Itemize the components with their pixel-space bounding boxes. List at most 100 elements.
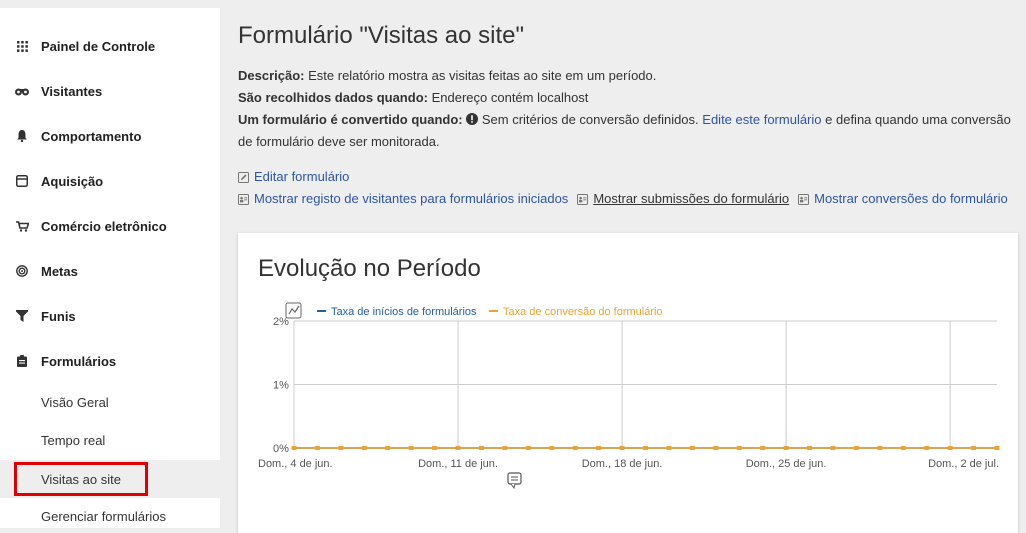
bell-icon [15,129,29,143]
data-point [760,446,766,450]
edit-form-label: Editar formulário [254,169,350,184]
evolution-chart: 2%1%0%Dom., 4 de jun. Dom., 11 de jun. Dom… [258,302,1000,490]
data-point [502,446,508,450]
info-icon [466,110,479,125]
sidebar-subitem-visao-geral[interactable]: Visão Geral [0,387,220,417]
converted-tail: e defina quando uma conversão [825,112,1011,127]
action-row-2: Mostrar registo de visitantes para formu… [238,191,1008,206]
sidebar-item-aquisicao[interactable]: Aquisição [0,166,220,196]
annotation-icon-tail [510,483,516,490]
description-text: Este relatório mostra as visitas feitas … [308,68,657,83]
sidebar-item-metas[interactable]: Metas [0,256,220,286]
sidebar-subitem-label: Visão Geral [41,394,109,410]
sidebar-item-comercio[interactable]: Comércio eletrônico [0,211,220,241]
edit-form-action[interactable]: Editar formulário [238,169,349,184]
data-point [971,446,977,450]
sidebar-item-label: Comércio eletrônico [41,218,167,234]
data-point [900,446,906,450]
collected-label: São recolhidos dados quando: [238,90,428,105]
data-point [596,446,602,450]
data-point [783,446,789,450]
submissions-icon [577,193,589,205]
evolution-card: Evolução no Período 2% 1% 0% Dom., 4 de jun… [238,233,1018,533]
target-icon [15,264,29,278]
data-point [549,446,555,450]
sidebar-item-label: Metas [41,263,78,279]
show-conversions-action[interactable]: Mostrar conversões do formulário [798,191,1008,206]
binoculars-icon [15,84,29,98]
data-point [924,446,930,450]
sidebar-subitem-visitas[interactable]: Visitas ao site [0,460,220,498]
x-tick-label: Dom., 11 de jun. [418,458,498,470]
description-label: Descrição: [238,68,305,83]
visitor-log-icon [238,193,249,205]
data-point [361,446,367,450]
data-point [807,446,813,450]
x-tick-label: Dom., 25 de jun. [746,458,827,470]
data-point [666,446,672,450]
show-submissions-label: Mostrar submissões do formulário [593,191,790,206]
cart-icon [15,219,29,233]
converted-line-2: de formulário deve ser monitorada. [238,131,440,153]
collected-line: São recolhidos dados quando: Endereço co… [238,87,588,109]
x-tick-label: Dom., 4 de jun. [258,458,333,470]
sidebar-subitem-gerenciar[interactable]: Gerenciar formulários [0,501,220,531]
y-tick-label: 0% [273,443,289,455]
sidebar: Painel de Controle Visitantes Comportame… [0,8,220,528]
sidebar-subitem-label: Tempo real [41,432,106,448]
annotation-icon [507,472,522,485]
data-point [830,446,836,450]
data-point [736,446,742,450]
converted-label: Um formulário é convertido quando: [238,112,463,127]
sidebar-subitem-label: Visitas ao site [41,471,121,487]
data-point [408,446,414,450]
data-point [432,446,438,450]
page-title: Formulário "Visitas ao site" [238,22,525,49]
sidebar-item-formularios[interactable]: Formulários [0,346,220,376]
grid-icon [15,39,29,53]
x-tick-label: Dom., 18 de jun. [582,458,663,470]
show-visitor-log-action[interactable]: Mostrar registo de visitantes para formu… [238,191,568,206]
data-point [385,446,391,450]
sidebar-subitem-label: Gerenciar formulários [41,508,166,524]
data-point [853,446,859,450]
data-point [947,446,953,450]
sidebar-item-label: Aquisição [41,173,104,189]
sidebar-item-painel[interactable]: Painel de Controle [0,31,220,61]
sidebar-item-label: Painel de Controle [41,38,156,54]
sidebar-item-comportamento[interactable]: Comportamento [0,121,220,151]
sidebar-subitem-tempo-real[interactable]: Tempo real [0,425,220,455]
data-point [572,446,578,450]
sidebar-item-visitantes[interactable]: Visitantes [0,76,220,106]
show-submissions-action[interactable]: Mostrar submissões do formulário [577,191,789,206]
show-visitor-log-label: Mostrar registo de visitantes para formu… [254,191,569,206]
data-point [877,446,883,450]
action-row-1: Editar formulário [238,169,349,184]
clipboard-icon [15,354,29,368]
sidebar-item-label: Visitantes [41,83,103,99]
legend-label: Taxa de inícios de formulários [331,306,477,318]
sidebar-item-label: Formulários [41,353,117,369]
data-point [713,446,719,450]
conversions-icon [798,193,810,205]
edit-icon [238,171,249,183]
data-point [619,446,625,450]
data-point [643,446,648,450]
data-point [689,446,695,450]
x-tick-label: Dom., 2 de jul. [928,458,999,470]
sidebar-item-label: Comportamento [41,128,142,144]
funnel-icon [15,309,29,323]
sidebar-item-label: Funis [41,308,76,324]
collected-text: Endereço contém localhost [431,90,589,105]
data-point [478,446,484,450]
sidebar-item-funis[interactable]: Funis [0,301,220,331]
window-icon [15,174,29,188]
data-point [314,446,320,450]
show-conversions-label: Mostrar conversões do formulário [814,191,1008,206]
data-point [994,446,1000,450]
description-line: Descrição: Este relatório mostra as visi… [238,65,656,87]
data-point [338,446,344,450]
edit-form-link[interactable]: Edite este formulário [702,112,821,127]
converted-line: Um formulário é convertido quando: Sem c… [238,109,1011,131]
converted-text: Sem critérios de conversão definidos. [481,112,699,127]
